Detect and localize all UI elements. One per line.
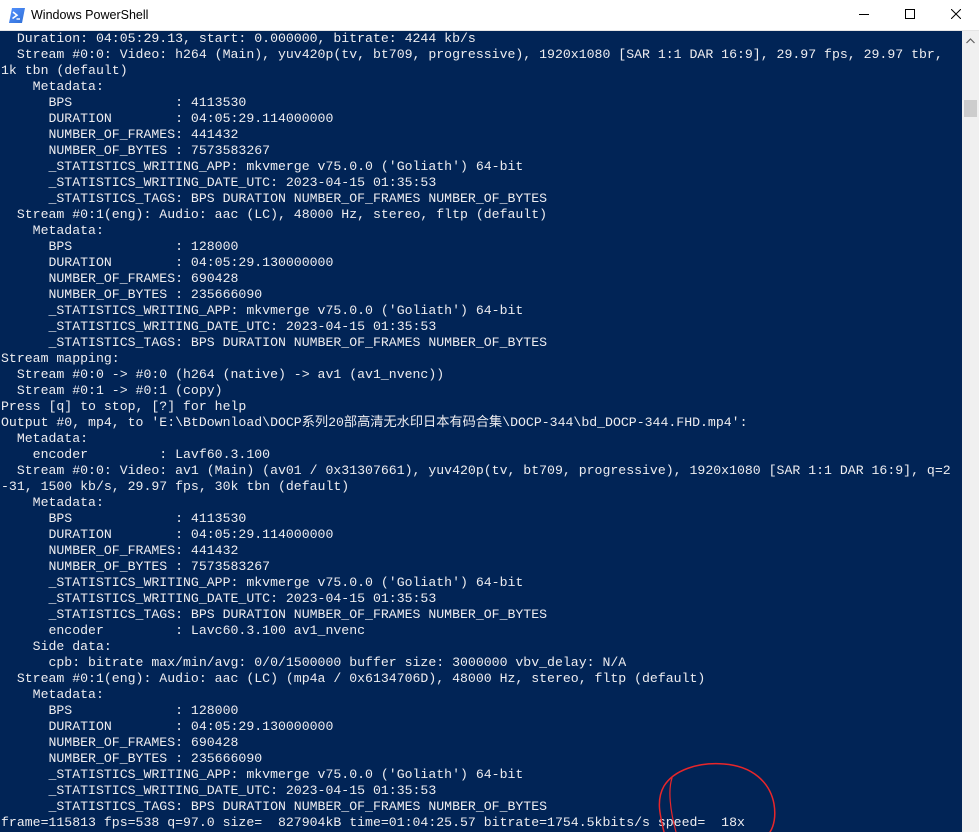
console-line: Press [q] to stop, [?] for help bbox=[1, 399, 247, 414]
console-line: _STATISTICS_WRITING_APP: mkvmerge v75.0.… bbox=[1, 767, 524, 782]
console-line: Metadata: bbox=[1, 495, 104, 510]
console-line: DURATION : 04:05:29.130000000 bbox=[1, 719, 334, 734]
console-line: Side data: bbox=[1, 639, 112, 654]
console-line: _STATISTICS_WRITING_DATE_UTC: 2023-04-15… bbox=[1, 783, 437, 798]
console-line: Stream #0:0: Video: av1 (Main) (av01 / 0… bbox=[1, 463, 951, 478]
console-line: NUMBER_OF_FRAMES: 441432 bbox=[1, 543, 239, 558]
console-line: Output #0, mp4, to 'E:\BtDownload\DOCP系列… bbox=[1, 415, 748, 430]
console-line: Stream #0:1(eng): Audio: aac (LC), 48000… bbox=[1, 207, 548, 222]
console-line: NUMBER_OF_FRAMES: 690428 bbox=[1, 271, 239, 286]
title-bar[interactable]: Windows PowerShell bbox=[0, 0, 979, 31]
console-line: Duration: 04:05:29.13, start: 0.000000, … bbox=[1, 31, 476, 46]
console-line: _STATISTICS_WRITING_DATE_UTC: 2023-04-15… bbox=[1, 591, 437, 606]
console-line: NUMBER_OF_BYTES : 235666090 bbox=[1, 287, 263, 302]
console-line: -31, 1500 kb/s, 29.97 fps, 30k tbn (defa… bbox=[1, 479, 350, 494]
console-line: 1k tbn (default) bbox=[1, 63, 128, 78]
close-icon bbox=[950, 6, 962, 24]
console-line: BPS : 128000 bbox=[1, 239, 239, 254]
scroll-up-button[interactable] bbox=[962, 31, 979, 48]
console-line: NUMBER_OF_FRAMES: 441432 bbox=[1, 127, 239, 142]
console-line: _STATISTICS_TAGS: BPS DURATION NUMBER_OF… bbox=[1, 335, 548, 350]
powershell-icon[interactable] bbox=[9, 8, 25, 23]
console-line: Stream #0:1 -> #0:1 (copy) bbox=[1, 383, 223, 398]
console-line: NUMBER_OF_BYTES : 235666090 bbox=[1, 751, 263, 766]
powershell-window: Windows PowerShell Duration: 04:05:29.13… bbox=[0, 0, 979, 832]
window-title: Windows PowerShell bbox=[31, 8, 149, 22]
console-line: BPS : 4113530 bbox=[1, 511, 247, 526]
console-line: Stream #0:0: Video: h264 (Main), yuv420p… bbox=[1, 47, 943, 62]
maximize-icon bbox=[905, 6, 915, 24]
console-line: Metadata: bbox=[1, 431, 89, 446]
console-line: encoder : Lavc60.3.100 av1_nvenc bbox=[1, 623, 366, 638]
console-line: _STATISTICS_WRITING_APP: mkvmerge v75.0.… bbox=[1, 159, 524, 174]
console-line: DURATION : 04:05:29.114000000 bbox=[1, 527, 334, 542]
console-line: _STATISTICS_TAGS: BPS DURATION NUMBER_OF… bbox=[1, 607, 548, 622]
console-line: DURATION : 04:05:29.130000000 bbox=[1, 255, 334, 270]
console-line: _STATISTICS_TAGS: BPS DURATION NUMBER_OF… bbox=[1, 799, 548, 814]
console-line: frame=115813 fps=538 q=97.0 size= 827904… bbox=[1, 815, 745, 830]
maximize-button[interactable] bbox=[887, 0, 933, 30]
console-line: NUMBER_OF_BYTES : 7573583267 bbox=[1, 143, 271, 158]
console-output[interactable]: Duration: 04:05:29.13, start: 0.000000, … bbox=[0, 31, 962, 832]
console-line: BPS : 4113530 bbox=[1, 95, 247, 110]
console-line: NUMBER_OF_BYTES : 7573583267 bbox=[1, 559, 271, 574]
console-line: _STATISTICS_WRITING_APP: mkvmerge v75.0.… bbox=[1, 303, 524, 318]
console-line: Stream #0:1(eng): Audio: aac (LC) (mp4a … bbox=[1, 671, 706, 686]
console-line: encoder : Lavf60.3.100 bbox=[1, 447, 271, 462]
minimize-button[interactable] bbox=[841, 0, 887, 30]
console-line: Metadata: bbox=[1, 687, 104, 702]
console-line: Stream #0:0 -> #0:0 (h264 (native) -> av… bbox=[1, 367, 445, 382]
console-line: cpb: bitrate max/min/avg: 0/0/1500000 bu… bbox=[1, 655, 627, 670]
console-line: _STATISTICS_WRITING_DATE_UTC: 2023-04-15… bbox=[1, 319, 437, 334]
console-line: Metadata: bbox=[1, 223, 104, 238]
console-line: _STATISTICS_TAGS: BPS DURATION NUMBER_OF… bbox=[1, 191, 548, 206]
close-button[interactable] bbox=[933, 0, 979, 30]
minimize-icon bbox=[859, 6, 869, 24]
chevron-up-icon bbox=[966, 31, 975, 49]
console-line: _STATISTICS_WRITING_DATE_UTC: 2023-04-15… bbox=[1, 175, 437, 190]
console-line: Stream mapping: bbox=[1, 351, 120, 366]
console-line: NUMBER_OF_FRAMES: 690428 bbox=[1, 735, 239, 750]
scroll-thumb[interactable] bbox=[964, 100, 977, 117]
console-line: BPS : 128000 bbox=[1, 703, 239, 718]
console-line: Metadata: bbox=[1, 79, 104, 94]
console-line: DURATION : 04:05:29.114000000 bbox=[1, 111, 334, 126]
vertical-scrollbar[interactable] bbox=[962, 31, 979, 832]
console-lines: Duration: 04:05:29.13, start: 0.000000, … bbox=[0, 31, 962, 831]
console-line: _STATISTICS_WRITING_APP: mkvmerge v75.0.… bbox=[1, 575, 524, 590]
